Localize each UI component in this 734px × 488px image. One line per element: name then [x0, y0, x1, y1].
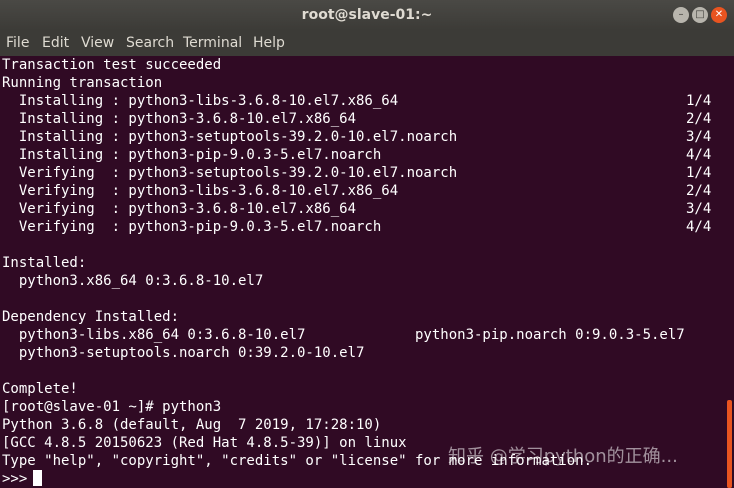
progress-count: 3/4 — [686, 129, 712, 145]
terminal-line: Verifying : python3-setuptools-39.2.0-10… — [2, 165, 458, 181]
maximize-button[interactable]: □ — [692, 7, 708, 23]
window-title: root@slave-01:~ — [301, 7, 433, 23]
python-prompt: >>> — [2, 471, 28, 487]
text-cursor — [33, 470, 43, 486]
terminal-line: Verifying : python3-libs-3.6.8-10.el7.x8… — [2, 183, 399, 199]
terminal-line: Verifying : python3-pip-9.0.3-5.el7.noar… — [2, 219, 382, 235]
terminal-line: [root@slave-01 ~]# python3 — [2, 399, 222, 415]
terminal-prompt-line: >>> — [2, 470, 43, 488]
dependency-package: python3-pip.noarch 0:9.0.3-5.el7 — [415, 327, 685, 343]
close-button[interactable]: ✕ — [711, 7, 727, 23]
terminal-line: Installing : python3-3.6.8-10.el7.x86_64 — [2, 111, 357, 127]
progress-count: 2/4 — [686, 111, 712, 127]
terminal-output[interactable]: Transaction test succeeded Running trans… — [0, 56, 724, 488]
terminal-line: Running transaction — [2, 75, 163, 91]
terminal-line: Complete! — [2, 381, 78, 397]
title-bar[interactable]: root@slave-01:~ – □ ✕ — [0, 0, 734, 30]
terminal-line: Transaction test succeeded — [2, 57, 222, 73]
menu-help[interactable]: Help — [253, 30, 285, 56]
menu-file[interactable]: File — [6, 30, 29, 56]
scrollbar[interactable] — [724, 56, 734, 488]
menu-search[interactable]: Search — [126, 30, 174, 56]
minimize-button[interactable]: – — [673, 7, 689, 23]
terminal-line: Python 3.6.8 (default, Aug 7 2019, 17:28… — [2, 417, 382, 433]
progress-count: 4/4 — [686, 219, 712, 235]
terminal-window: root@slave-01:~ – □ ✕ File Edit View Sea… — [0, 0, 734, 488]
menu-view[interactable]: View — [81, 30, 114, 56]
terminal-line: python3-libs.x86_64 0:3.6.8-10.el7 — [2, 327, 306, 343]
menu-bar: File Edit View Search Terminal Help — [0, 30, 734, 56]
terminal-line: Installing : python3-pip-9.0.3-5.el7.noa… — [2, 147, 382, 163]
progress-count: 3/4 — [686, 201, 712, 217]
terminal-line: Installed: — [2, 255, 87, 271]
progress-count: 2/4 — [686, 183, 712, 199]
terminal-line: Installing : python3-libs-3.6.8-10.el7.x… — [2, 93, 399, 109]
terminal-line: Dependency Installed: — [2, 309, 180, 325]
progress-count: 4/4 — [686, 147, 712, 163]
menu-terminal[interactable]: Terminal — [183, 30, 242, 56]
terminal-line: Installing : python3-setuptools-39.2.0-1… — [2, 129, 458, 145]
terminal-line: python3.x86_64 0:3.6.8-10.el7 — [2, 273, 264, 289]
progress-count: 1/4 — [686, 165, 712, 181]
menu-edit[interactable]: Edit — [42, 30, 69, 56]
watermark: 知乎 @学习python的正确... — [448, 446, 678, 467]
terminal-line: [GCC 4.8.5 20150623 (Red Hat 4.8.5-39)] … — [2, 435, 407, 451]
progress-count: 1/4 — [686, 93, 712, 109]
terminal-line: Verifying : python3-3.6.8-10.el7.x86_64 — [2, 201, 357, 217]
scrollbar-thumb[interactable] — [727, 400, 732, 488]
terminal-line: python3-setuptools.noarch 0:39.2.0-10.el… — [2, 345, 365, 361]
